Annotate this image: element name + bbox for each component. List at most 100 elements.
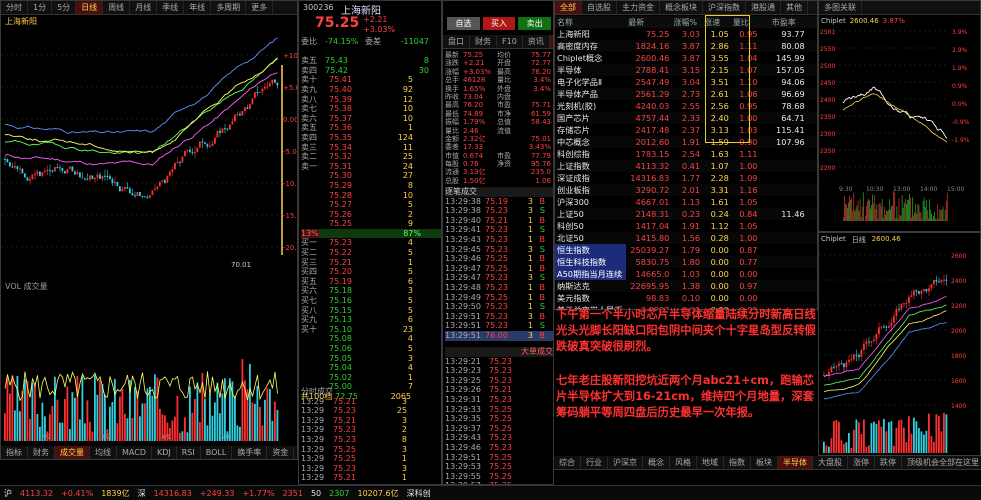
tab-1[interactable]: 财务	[28, 446, 55, 459]
wl-header[interactable]	[759, 16, 770, 28]
bigorder-row[interactable]: 13:29:35 75.25	[445, 414, 553, 424]
tab-7[interactable]: 板块	[751, 456, 778, 469]
tick-row[interactable]: 13:29:49 75.25 1 B	[445, 293, 553, 303]
watchlist-row[interactable]: 上证指数 4113.32 0.41 1.07 1.00	[555, 160, 817, 172]
tick-row[interactable]: 13:29 75.21 3	[301, 397, 441, 407]
tab-10[interactable]: 涨停	[848, 456, 875, 469]
book-level[interactable]: 75.30 27	[301, 171, 441, 181]
watchlist-row[interactable]: 纳斯达克 22695.95 1.38 0.00 0.97	[555, 280, 817, 292]
wl-header[interactable]: 最新	[626, 16, 672, 28]
wl-header[interactable]: 涨幅%	[671, 16, 703, 28]
tab-9[interactable]: 大盘股	[813, 456, 848, 469]
tab-5[interactable]: KDJ	[152, 446, 177, 459]
tab-2[interactable]: 成交量	[55, 446, 90, 459]
tick-row[interactable]: 13:29 75.25 1	[301, 454, 441, 464]
watchlist-row[interactable]: 恒生指数 25039.27 1.79 0.00 0.87	[555, 244, 817, 256]
book-level[interactable]: 75.26 2	[301, 210, 441, 220]
book-level[interactable]: 买六 75.18 3	[301, 286, 441, 296]
tab-9[interactable]: 更多	[246, 1, 274, 14]
bigorder-row[interactable]: 13:29:46 75.23	[445, 443, 553, 453]
tick-row[interactable]: 13:29:43 75.23 1 B	[445, 235, 553, 245]
watchlist-row[interactable]: 半导体 2788.41 3.15 2.15 1.07 157.05	[555, 64, 817, 76]
tick-row[interactable]: 13:29 75.23 25	[301, 406, 441, 416]
bigorder-row[interactable]: 13:29:26 75.21	[445, 385, 553, 395]
bigorder-row[interactable]: 13:29:23 75.23	[445, 366, 553, 376]
tick-row[interactable]: 13:29:51 75.23 3 B	[445, 312, 553, 322]
tab-0[interactable]: 分时	[1, 1, 28, 14]
tab-1[interactable]: 行业	[581, 456, 608, 469]
tick-row[interactable]: 13:29:47 75.23 3 S	[445, 273, 553, 283]
tab-12[interactable]: 顶级机会全部在这里	[902, 456, 981, 469]
watchlist-row[interactable]: 恒生科技指数 5830.75 1.80 0.00 0.77	[555, 256, 817, 268]
book-level[interactable]: 卖五 75.36 1	[301, 123, 441, 133]
book-level[interactable]: 75.29 8	[301, 181, 441, 191]
watchlist-row[interactable]: 高密度内存 1824.16 3.87 2.86 1.11 80.08	[555, 40, 817, 52]
watchlist-row[interactable]: 沪深300 4667.01 1.13 1.61 1.05	[555, 196, 817, 208]
btn-1[interactable]: 买入	[482, 17, 516, 30]
tab-11[interactable]: 跌停	[875, 456, 902, 469]
tab-0[interactable]: 综合	[554, 456, 581, 469]
tab-2[interactable]: F10	[497, 35, 523, 48]
wl-header[interactable]: 涨速	[702, 16, 731, 28]
volume-chart[interactable]: 2/2 3/2 4/1 5/1	[1, 291, 298, 441]
book-level[interactable]: 买十 75.10 23	[301, 325, 441, 335]
book-level[interactable]: 卖三 75.34 11	[301, 143, 441, 153]
watchlist-row[interactable]: 深证成指 14316.83 1.77 2.28 1.09	[555, 172, 817, 184]
book-level[interactable]: 买三 75.21 1	[301, 258, 441, 268]
bigorder-row[interactable]: 13:29:53 75.25	[445, 462, 553, 472]
book-level[interactable]: 75.04 4	[301, 363, 441, 373]
tab-9[interactable]: 资金	[267, 446, 295, 459]
tab-0[interactable]: 全部	[555, 1, 582, 14]
bigorder-row[interactable]: 13:29:37 75.25	[445, 424, 553, 434]
wl-header[interactable]: 名称	[555, 16, 627, 28]
tick-row[interactable]: 13:29 75.23 2	[301, 425, 441, 435]
wl-header[interactable]	[806, 16, 817, 28]
tab-3[interactable]: 均线	[90, 446, 117, 459]
tab-6[interactable]: 其他	[781, 1, 808, 14]
tab-2[interactable]: 主力资金	[617, 1, 660, 14]
tab-5[interactable]: 地域	[697, 456, 724, 469]
bigorder-row[interactable]: 13:29:21 75.23	[445, 357, 553, 367]
book-level[interactable]: 买五 75.19 6	[301, 277, 441, 287]
tab-1[interactable]: 财务	[470, 35, 497, 48]
watchlist-row[interactable]: 上海新阳 75.25 3.03 1.05 0.95 93.77	[555, 28, 817, 40]
mini-tab[interactable]: 多图关联	[819, 1, 862, 14]
bigorder-row[interactable]: 13:29:31 75.23	[445, 395, 553, 405]
tick-row[interactable]: 13:29:38 75.19 3 B	[445, 197, 553, 207]
tab-0[interactable]: 指标	[1, 446, 28, 459]
watchlist-row[interactable]: 光刻机(胶) 4240.03 2.55 2.56 0.95 78.68	[555, 100, 817, 112]
tick-row[interactable]: 13:29:51 75.23 1 S	[445, 321, 553, 331]
tab-6[interactable]: 指数	[724, 456, 751, 469]
wl-header[interactable]: 市盈率	[769, 16, 807, 28]
tick-row[interactable]: 13:29:46 75.25 1 B	[445, 254, 553, 264]
book-level[interactable]: 75.06 5	[301, 344, 441, 354]
kline-chart[interactable]: 2600 2400 2200 2000 1800 1600 1400	[819, 245, 981, 455]
tick-row[interactable]: 13:2975.211	[301, 473, 441, 483]
watchlist-row[interactable]: 半导体产品 2561.29 2.73 2.61 1.06 96.69	[555, 88, 817, 100]
book-level[interactable]: 买八 75.15 5	[301, 306, 441, 316]
book-level[interactable]: 买四 75.20 5	[301, 267, 441, 277]
watchlist-row[interactable]: 中芯概念 2012.60 1.91 1.59 0.90 107.96	[555, 136, 817, 148]
tick-row[interactable]: 13:29 75.25 3	[301, 445, 441, 455]
tick-row[interactable]: 13:29 75.23 8	[301, 435, 441, 445]
book-level[interactable]: 卖九 75.40 92	[301, 85, 441, 95]
bigorder-row[interactable]: 13:29:51 75.25	[445, 453, 553, 463]
mini-intraday-chart[interactable]: 2501 2550 2500 2450 2400 2350 2300 2250 2200 3.9%…	[819, 25, 981, 231]
tab-3[interactable]: 日线	[76, 1, 104, 14]
book-level[interactable]: 买九 75.13 6	[301, 315, 441, 325]
watchlist-row[interactable]: 美元指数 98.83 0.10 0.00 0.00	[555, 292, 817, 304]
book-level[interactable]: 卖七 75.38 10	[301, 104, 441, 114]
tick-row[interactable]: 13:29:45 75.23 3 S	[445, 245, 553, 255]
book-level[interactable]: 75.27 5	[301, 200, 441, 210]
book-level[interactable]: 买七 75.16 5	[301, 296, 441, 306]
tick-row[interactable]: 13:29 75.23 3	[301, 464, 441, 474]
watchlist-row[interactable]: 电子化学品Ⅱ 2547.49 3.04 3.51 1.10 94.06	[555, 76, 817, 88]
book-level[interactable]: 卖八 75.39 12	[301, 95, 441, 105]
tick-row[interactable]: 13:29:40 75.21 1 B	[445, 216, 553, 226]
wl-header[interactable]: 量比	[730, 16, 760, 28]
watchlist-row[interactable]: 国产芯片 4757.44 2.33 2.40 1.00 64.71	[555, 112, 817, 124]
tab-3[interactable]: 资讯	[523, 35, 550, 48]
tick-row[interactable]: 13:29:41 75.23 1 S	[445, 225, 553, 235]
tick-row[interactable]: 13:29:38 75.23 3 S	[445, 206, 553, 216]
tab-7[interactable]: BOLL	[201, 446, 233, 459]
